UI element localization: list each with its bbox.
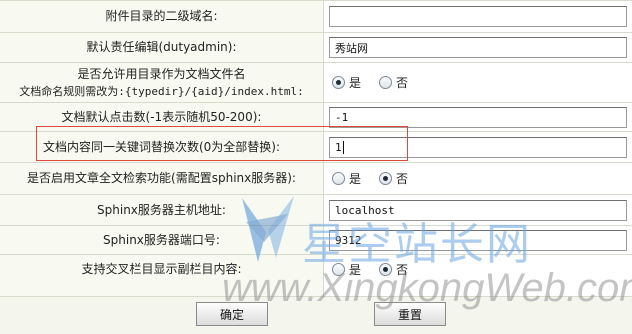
row-dir-as-filename: 是否允许用目录作为文档文件名 文档命名规则需改为:{typedir}/{aid}… — [0, 62, 632, 102]
fulltext-search-no-label: 否 — [396, 172, 409, 186]
fulltext-search-radio-group: 是 否 — [332, 170, 426, 187]
duty-admin-input[interactable]: 秀站网 — [329, 37, 627, 58]
label-dir-as-filename-line2: 文档命名规则需改为:{typedir}/{aid}/index.html: — [19, 84, 304, 98]
cross-column-no-radio[interactable] — [379, 263, 393, 276]
cross-column-radio-group: 是 否 — [332, 261, 426, 278]
cross-column-no-label: 否 — [396, 263, 409, 277]
attachment-domain-input[interactable] — [329, 6, 627, 27]
dir-as-filename-no-radio[interactable] — [379, 76, 393, 89]
row-sphinx-port: Sphinx服务器端口号: 9312 — [0, 225, 632, 254]
label-cross-column: 支持交叉栏目显示副栏目内容: — [0, 255, 324, 296]
keyword-replace-input[interactable]: 1 — [329, 136, 627, 158]
label-sphinx-host: Sphinx服务器主机地址: — [0, 195, 324, 225]
keyword-replace-value: 1 — [335, 140, 342, 154]
row-duty-admin: 默认责任编辑(dutyadmin): 秀站网 — [0, 32, 632, 62]
cross-column-yes-radio[interactable] — [332, 263, 345, 276]
dir-as-filename-yes-radio[interactable] — [332, 76, 345, 89]
default-clicks-input[interactable]: -1 — [329, 106, 627, 128]
cross-column-yes-label: 是 — [349, 263, 362, 277]
fulltext-search-yes-radio[interactable] — [332, 172, 345, 185]
dir-as-filename-no-label: 否 — [396, 76, 409, 90]
dir-as-filename-radio-group: 是 否 — [332, 74, 426, 91]
confirm-button[interactable]: 确定 — [196, 302, 268, 326]
label-sphinx-port: Sphinx服务器端口号: — [0, 226, 324, 254]
label-dir-as-filename: 是否允许用目录作为文档文件名 文档命名规则需改为:{typedir}/{aid}… — [0, 63, 324, 102]
reset-button[interactable]: 重置 — [374, 302, 446, 326]
row-attachment-domain: 附件目录的二级域名: — [0, 0, 632, 32]
label-dir-as-filename-line1: 是否允许用目录作为文档文件名 — [77, 66, 246, 81]
row-cross-column: 支持交叉栏目显示副栏目内容: 是 否 — [0, 254, 632, 296]
fulltext-search-yes-label: 是 — [349, 172, 362, 186]
row-default-clicks: 文档默认点击数(-1表示随机50-200): -1 — [0, 102, 632, 131]
sphinx-port-input[interactable]: 9312 — [329, 229, 627, 251]
label-attachment-domain: 附件目录的二级域名: — [0, 1, 324, 32]
fulltext-search-no-radio[interactable] — [379, 172, 393, 185]
dir-as-filename-yes-label: 是 — [349, 76, 362, 90]
label-keyword-replace: 文档内容同一关键词替换次数(0为全部替换): — [0, 132, 324, 162]
label-default-clicks: 文档默认点击数(-1表示随机50-200): — [0, 103, 324, 131]
label-duty-admin: 默认责任编辑(dutyadmin): — [0, 33, 324, 62]
row-keyword-replace: 文档内容同一关键词替换次数(0为全部替换): 1 — [0, 131, 632, 162]
button-bar: 确定 重置 — [0, 296, 632, 334]
sphinx-host-input[interactable]: localhost — [329, 199, 627, 221]
row-sphinx-host: Sphinx服务器主机地址: localhost — [0, 194, 632, 225]
label-fulltext-search: 是否启用文章全文检索功能(需配置sphinx服务器): — [0, 163, 324, 194]
text-caret — [342, 140, 344, 154]
row-fulltext-search: 是否启用文章全文检索功能(需配置sphinx服务器): 是 否 — [0, 162, 632, 194]
